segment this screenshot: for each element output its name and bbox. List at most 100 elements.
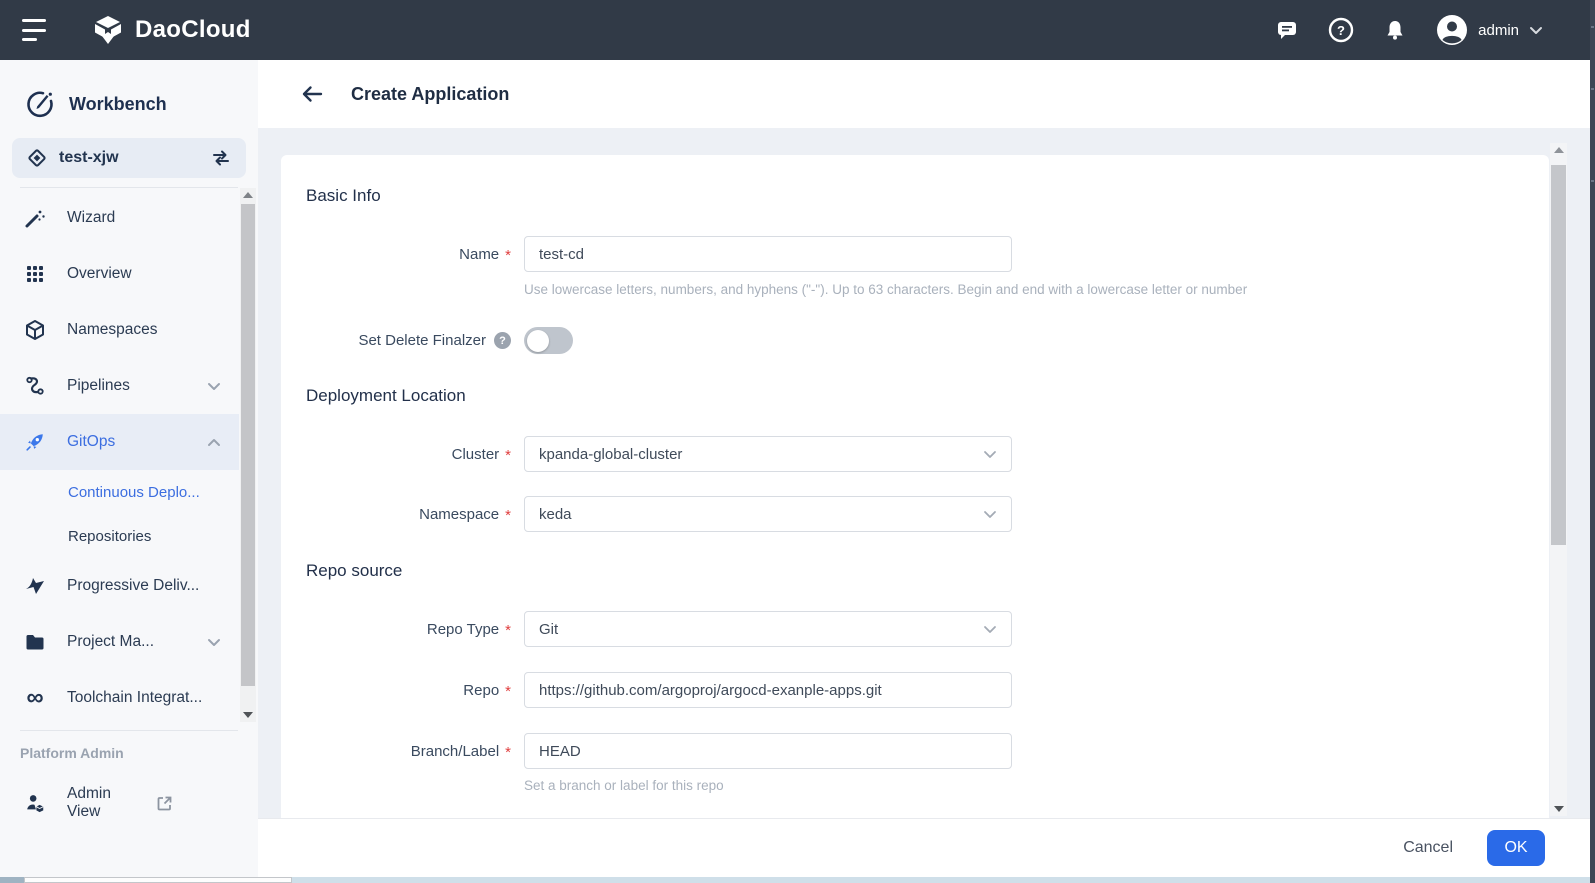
scroll-down-icon[interactable]	[243, 712, 253, 718]
ok-button[interactable]: OK	[1487, 830, 1545, 866]
sidebar-item-admin-view[interactable]: Admin View	[0, 775, 239, 831]
repo-type-select[interactable]: Git	[524, 611, 1012, 647]
sidebar-item-wizard[interactable]: Wizard	[0, 190, 239, 246]
help-tooltip-icon[interactable]: ?	[494, 332, 511, 349]
namespace-select[interactable]: keda	[524, 496, 1012, 532]
section-title-basic-info: Basic Info	[306, 186, 1549, 206]
platform-admin-section-label: Platform Admin	[20, 745, 258, 761]
bird-icon	[24, 575, 46, 597]
required-asterisk: *	[505, 744, 511, 761]
finalizer-label: Set Delete Finalzer	[358, 332, 486, 349]
chevron-up-icon	[207, 438, 221, 447]
messages-icon[interactable]	[1274, 17, 1300, 43]
sidebar-scrollbar[interactable]	[240, 188, 256, 722]
sidebar-item-overview[interactable]: Overview	[0, 246, 239, 302]
menu-hamburger-icon[interactable]	[22, 19, 50, 41]
namespace-label: Namespace	[419, 506, 499, 523]
required-asterisk: *	[505, 622, 511, 639]
workspace-selector[interactable]: test-xjw	[12, 138, 246, 178]
sidebar-item-namespaces[interactable]: Namespaces	[0, 302, 239, 358]
repo-type-value: Git	[539, 621, 983, 638]
finalizer-toggle[interactable]	[524, 327, 573, 354]
form-footer: Cancel OK	[258, 818, 1595, 877]
cluster-value: kpanda-global-cluster	[539, 446, 983, 463]
cluster-select[interactable]: kpanda-global-cluster	[524, 436, 1012, 472]
scroll-up-icon[interactable]	[1554, 147, 1564, 153]
name-label: Name	[459, 246, 499, 263]
user-name: admin	[1478, 22, 1519, 39]
workspace-name: test-xjw	[59, 149, 199, 167]
repo-input[interactable]	[524, 672, 1012, 708]
chevron-down-icon	[1529, 25, 1543, 35]
sidebar-subitem-continuous-deployment[interactable]: Continuous Deplo...	[0, 470, 239, 514]
daocloud-cube-icon	[90, 12, 126, 48]
sidebar-item-toolchain-integration[interactable]: ∞ Toolchain Integrat...	[0, 670, 239, 726]
namespace-value: keda	[539, 506, 983, 523]
notifications-bell-icon[interactable]	[1382, 17, 1408, 43]
branch-input[interactable]	[524, 733, 1012, 769]
help-icon[interactable]: ?	[1328, 17, 1354, 43]
repo-type-label: Repo Type	[427, 621, 499, 638]
branch-hint: Set a branch or label for this repo	[524, 778, 1549, 793]
scroll-up-icon[interactable]	[243, 192, 253, 198]
finalizer-row: Set Delete Finalzer ?	[281, 327, 1549, 354]
content-scroll-thumb[interactable]	[1551, 165, 1566, 545]
sidebar-item-pipelines[interactable]: Pipelines	[0, 358, 239, 414]
branch-field-row: Branch/Label *	[281, 733, 1549, 769]
section-title-deployment-location: Deployment Location	[306, 386, 1549, 406]
chevron-down-icon	[207, 638, 221, 647]
workbench-icon	[24, 88, 56, 120]
required-asterisk: *	[505, 683, 511, 700]
user-menu[interactable]: admin	[1436, 14, 1543, 46]
sidebar: Workbench test-xjw	[0, 60, 258, 877]
content-scrollbar[interactable]	[1550, 143, 1567, 816]
main-area: Create Application Basic Info Name * Use…	[258, 60, 1595, 877]
infinity-icon: ∞	[24, 687, 46, 709]
admin-user-icon	[24, 792, 46, 814]
sidebar-scroll-thumb[interactable]	[241, 204, 255, 686]
sidebar-item-label: Pipelines	[67, 377, 186, 395]
form-card: Basic Info Name * Use lowercase letters,…	[281, 155, 1549, 818]
window-bottom-scrollbar[interactable]	[0, 877, 1595, 883]
cluster-label: Cluster	[452, 446, 500, 463]
external-link-icon	[156, 795, 173, 812]
brand-logo[interactable]: DaoCloud	[90, 12, 251, 48]
sidebar-item-label: Project Ma...	[67, 633, 186, 651]
sidebar-item-project-management[interactable]: Project Ma...	[0, 614, 239, 670]
content-region: Basic Info Name * Use lowercase letters,…	[258, 128, 1595, 818]
wizard-wand-icon	[24, 207, 46, 229]
topbar: DaoCloud ?	[0, 0, 1595, 60]
chevron-down-icon	[983, 625, 997, 634]
switch-workspace-icon[interactable]	[210, 147, 232, 169]
required-asterisk: *	[505, 507, 511, 524]
horizontal-scroll-thumb[interactable]	[24, 877, 292, 883]
window-right-scrollbar[interactable]	[1590, 0, 1595, 883]
cancel-button[interactable]: Cancel	[1403, 839, 1453, 857]
branch-label: Branch/Label	[411, 743, 499, 760]
rocket-icon	[24, 431, 46, 453]
chevron-down-icon	[983, 450, 997, 459]
chevron-down-icon	[207, 382, 221, 391]
sidebar-item-label: Namespaces	[67, 321, 239, 339]
name-field-row: Name *	[281, 236, 1549, 272]
sidebar-item-progressive-delivery[interactable]: Progressive Deliv...	[0, 558, 239, 614]
sidebar-subitem-label: Repositories	[68, 528, 151, 545]
page-title: Create Application	[351, 84, 509, 105]
grid-dots-icon	[24, 263, 46, 285]
scroll-down-icon[interactable]	[1554, 806, 1564, 812]
sidebar-item-label: GitOps	[67, 433, 186, 451]
name-input[interactable]	[524, 236, 1012, 272]
back-arrow-icon[interactable]	[300, 84, 324, 104]
repo-type-field-row: Repo Type * Git	[281, 611, 1549, 647]
cube-icon	[24, 319, 46, 341]
sidebar-item-label: Toolchain Integrat...	[67, 689, 239, 707]
svg-text:?: ?	[1337, 23, 1345, 38]
chevron-down-icon	[983, 510, 997, 519]
repo-field-row: Repo *	[281, 672, 1549, 708]
sidebar-subitem-repositories[interactable]: Repositories	[0, 514, 239, 558]
sidebar-item-label: Admin View	[67, 785, 135, 821]
sidebar-item-label: Wizard	[67, 209, 239, 227]
repo-label: Repo	[463, 682, 499, 699]
sidebar-item-gitops[interactable]: GitOps	[0, 414, 239, 470]
sidebar-item-label: Progressive Deliv...	[67, 577, 239, 595]
